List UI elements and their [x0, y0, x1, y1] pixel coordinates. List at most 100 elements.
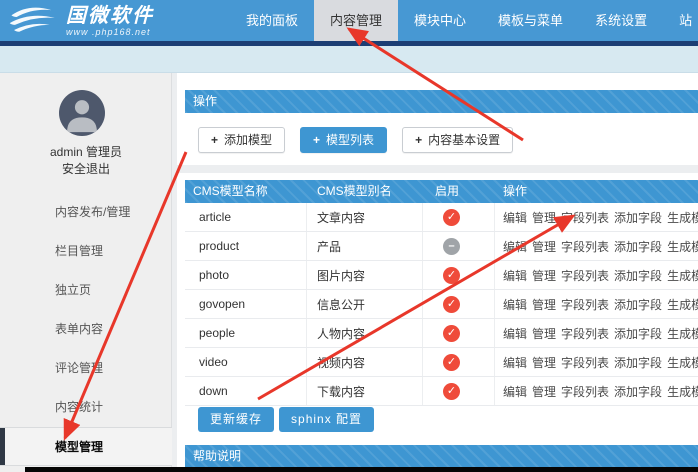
action-button-添加模型[interactable]: +添加模型 [198, 127, 285, 153]
model-name-cell: video [185, 348, 307, 376]
op-link-生成模板[interactable]: 生成模板 [667, 327, 698, 341]
enable-cell: ✓ [423, 290, 495, 318]
sidebar-item-表单内容[interactable]: 表单内容 [0, 310, 172, 349]
ops-cell: 编辑管理字段列表添加字段生成模板导出 [495, 383, 698, 400]
op-link-编辑[interactable]: 编辑 [503, 327, 527, 341]
op-link-管理[interactable]: 管理 [532, 240, 556, 254]
action-button-内容基本设置[interactable]: +内容基本设置 [402, 127, 513, 153]
op-link-编辑[interactable]: 编辑 [503, 211, 527, 225]
sidebar-item-独立页[interactable]: 独立页 [0, 271, 172, 310]
action-button-label: 添加模型 [224, 133, 272, 147]
action-button-模型列表[interactable]: +模型列表 [300, 127, 387, 153]
table-row: people人物内容✓编辑管理字段列表添加字段生成模板导出 [185, 319, 698, 348]
sidebar-item-栏目管理[interactable]: 栏目管理 [0, 232, 172, 271]
footer-button-sphinx 配置[interactable]: sphinx 配置 [279, 407, 374, 432]
logo: 国微软件 www .php168.net [8, 2, 154, 39]
op-link-添加字段[interactable]: 添加字段 [614, 385, 662, 399]
operations-panel-title: 操作 [193, 94, 217, 108]
plus-icon: + [313, 133, 320, 147]
footer-button-更新缓存[interactable]: 更新缓存 [198, 407, 274, 432]
op-link-字段列表[interactable]: 字段列表 [561, 240, 609, 254]
check-circle-icon[interactable]: ✓ [443, 325, 460, 342]
op-link-编辑[interactable]: 编辑 [503, 269, 527, 283]
model-alias-cell: 图片内容 [307, 261, 423, 289]
model-alias-cell: 下载内容 [307, 377, 423, 405]
screen: 国微软件 www .php168.net 我的面板内容管理模块中心模板与菜单系统… [0, 0, 698, 472]
ops-cell: 编辑管理字段列表添加字段生成模板导出 [495, 209, 698, 226]
model-name-cell: people [185, 319, 307, 347]
nav-item-模块中心[interactable]: 模块中心 [398, 0, 482, 41]
footer-button-row: 更新缓存sphinx 配置 [198, 407, 374, 432]
nav-item-站[interactable]: 站 [663, 0, 698, 41]
main-content: 操作 +添加模型+模型列表+内容基本设置 CMS模型名称CMS模型别名启用操作 … [177, 73, 698, 472]
op-link-管理[interactable]: 管理 [532, 298, 556, 312]
subheader-strip [0, 46, 698, 73]
ops-cell: 编辑管理字段列表添加字段生成模板导出 [495, 267, 698, 284]
model-name-cell: article [185, 203, 307, 231]
user-name: admin 管理员 [0, 143, 172, 160]
nav-item-内容管理[interactable]: 内容管理 [314, 0, 398, 41]
table-body: article文章内容✓编辑管理字段列表添加字段生成模板导出product产品–… [185, 203, 698, 406]
enable-cell: ✓ [423, 261, 495, 289]
check-circle-icon[interactable]: ✓ [443, 209, 460, 226]
nav-item-模板与菜单[interactable]: 模板与菜单 [482, 0, 579, 41]
op-link-管理[interactable]: 管理 [532, 356, 556, 370]
op-link-生成模板[interactable]: 生成模板 [667, 269, 698, 283]
avatar[interactable] [59, 90, 105, 136]
model-table-panel: CMS模型名称CMS模型别名启用操作 article文章内容✓编辑管理字段列表添… [177, 173, 698, 437]
model-name-cell: product [185, 232, 307, 260]
sidebar-item-内容发布/管理[interactable]: 内容发布/管理 [0, 193, 172, 232]
table-row: photo图片内容 ✓ 编辑管理字段列表添加字段生成模板导出 [185, 261, 698, 290]
op-link-编辑[interactable]: 编辑 [503, 356, 527, 370]
op-link-编辑[interactable]: 编辑 [503, 385, 527, 399]
enable-cell: – [423, 232, 495, 260]
minus-circle-icon[interactable]: – [443, 238, 460, 255]
op-link-管理[interactable]: 管理 [532, 269, 556, 283]
op-link-生成模板[interactable]: 生成模板 [667, 298, 698, 312]
op-link-添加字段[interactable]: 添加字段 [614, 211, 662, 225]
check-circle-icon[interactable]: ✓ [443, 354, 460, 371]
op-link-字段列表[interactable]: 字段列表 [561, 298, 609, 312]
logo-title: 国微软件 [66, 5, 154, 27]
ops-cell: 编辑管理字段列表添加字段生成模板导出 [495, 354, 698, 371]
model-name-cell: photo [185, 261, 307, 289]
nav-item-系统设置[interactable]: 系统设置 [579, 0, 663, 41]
op-link-生成模板[interactable]: 生成模板 [667, 356, 698, 370]
top-header: 国微软件 www .php168.net 我的面板内容管理模块中心模板与菜单系统… [0, 0, 698, 41]
wave-swoosh-icon [8, 2, 60, 39]
op-link-添加字段[interactable]: 添加字段 [614, 327, 662, 341]
sidebar-item-模型管理[interactable]: 模型管理 [0, 427, 172, 466]
nav-item-我的面板[interactable]: 我的面板 [230, 0, 314, 41]
op-link-管理[interactable]: 管理 [532, 211, 556, 225]
ops-cell: 编辑管理字段列表添加字段生成模板导出 [495, 296, 698, 313]
ops-cell: 编辑管理字段列表添加字段生成模板导出 [495, 238, 698, 255]
op-link-字段列表[interactable]: 字段列表 [561, 356, 609, 370]
op-link-编辑[interactable]: 编辑 [503, 298, 527, 312]
enable-cell: ✓ [423, 377, 495, 405]
table-row: video视频内容 ✓ 编辑管理字段列表添加字段生成模板导出 [185, 348, 698, 377]
op-link-添加字段[interactable]: 添加字段 [614, 269, 662, 283]
op-link-生成模板[interactable]: 生成模板 [667, 211, 698, 225]
op-link-字段列表[interactable]: 字段列表 [561, 269, 609, 283]
model-alias-cell: 视频内容 [307, 348, 423, 376]
op-link-字段列表[interactable]: 字段列表 [561, 211, 609, 225]
op-link-管理[interactable]: 管理 [532, 327, 556, 341]
model-alias-cell: 产品 [307, 232, 423, 260]
check-circle-icon[interactable]: ✓ [443, 267, 460, 284]
logout-link[interactable]: 安全退出 [0, 160, 172, 177]
op-link-生成模板[interactable]: 生成模板 [667, 385, 698, 399]
model-alias-cell: 信息公开 [307, 290, 423, 318]
op-link-管理[interactable]: 管理 [532, 385, 556, 399]
op-link-字段列表[interactable]: 字段列表 [561, 327, 609, 341]
column-header: CMS模型别名 [307, 180, 423, 203]
op-link-生成模板[interactable]: 生成模板 [667, 240, 698, 254]
check-circle-icon[interactable]: ✓ [443, 296, 460, 313]
op-link-字段列表[interactable]: 字段列表 [561, 385, 609, 399]
op-link-添加字段[interactable]: 添加字段 [614, 356, 662, 370]
op-link-添加字段[interactable]: 添加字段 [614, 298, 662, 312]
sidebar-item-评论管理[interactable]: 评论管理 [0, 349, 172, 388]
sidebar-item-内容统计[interactable]: 内容统计 [0, 388, 172, 427]
op-link-添加字段[interactable]: 添加字段 [614, 240, 662, 254]
check-circle-icon[interactable]: ✓ [443, 383, 460, 400]
op-link-编辑[interactable]: 编辑 [503, 240, 527, 254]
